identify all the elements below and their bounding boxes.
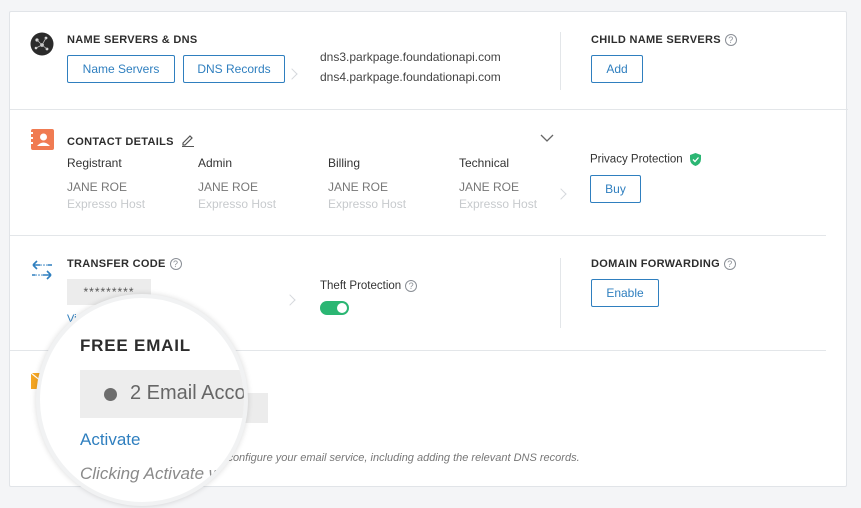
child-nameservers-title-text: CHILD NAME SERVERS bbox=[591, 34, 721, 46]
contact-name-technical: JANE ROE bbox=[459, 180, 520, 194]
contact-org-admin: Expresso Host bbox=[198, 197, 277, 211]
vertical-divider bbox=[560, 32, 561, 90]
contact-label-admin: Admin bbox=[198, 156, 233, 170]
separator-chevron bbox=[284, 294, 296, 306]
contact-name-billing: JANE ROE bbox=[328, 180, 389, 194]
privacy-protection-label: Privacy Protection bbox=[590, 153, 701, 166]
contact-card-icon bbox=[31, 129, 54, 150]
email-activate-note-magnified: Clicking Activate w bbox=[80, 464, 222, 483]
transfer-code-title: TRANSFER CODE? bbox=[67, 258, 182, 271]
activate-email-link[interactable]: Activate bbox=[80, 430, 140, 450]
add-child-nameserver-button[interactable]: Add bbox=[591, 55, 643, 83]
contact-org-registrant: Expresso Host bbox=[67, 197, 146, 211]
theft-protection-label: Theft Protection? bbox=[320, 280, 418, 293]
contact-label-billing: Billing bbox=[328, 156, 361, 170]
buy-privacy-button[interactable]: Buy bbox=[590, 175, 641, 203]
magnifier-lens: FREE EMAIL 2 Email Accounts Activate Cli… bbox=[36, 294, 248, 506]
contact-name-admin: JANE ROE bbox=[198, 180, 259, 194]
email-accounts-box: 2 Email Accounts bbox=[80, 370, 246, 418]
nameservers-section: NAME SERVERS & DNS Name Servers DNS Reco… bbox=[10, 12, 848, 109]
contact-label-registrant: Registrant bbox=[67, 156, 122, 170]
nameservers-title: NAME SERVERS & DNS bbox=[67, 34, 198, 46]
domain-forwarding-title: DOMAIN FORWARDING? bbox=[591, 258, 736, 271]
help-icon[interactable]: ? bbox=[723, 258, 736, 271]
contact-details-title: CONTACT DETAILS bbox=[67, 131, 195, 148]
separator-chevron bbox=[286, 68, 298, 80]
transfer-code-title-text: TRANSFER CODE bbox=[67, 258, 166, 270]
contact-details-title-text: CONTACT DETAILS bbox=[67, 136, 174, 148]
child-nameservers-title: CHILD NAME SERVERS? bbox=[591, 34, 737, 47]
network-globe-icon bbox=[30, 32, 54, 56]
chevron-down-icon[interactable] bbox=[540, 130, 554, 142]
help-icon[interactable]: ? bbox=[405, 280, 418, 292]
email-activate-note: lly configure your email service, includ… bbox=[214, 452, 580, 464]
contact-section: CONTACT DETAILS Registrant JANE ROE Expr… bbox=[10, 110, 848, 234]
name-servers-button[interactable]: Name Servers bbox=[67, 55, 175, 83]
contact-label-technical: Technical bbox=[459, 156, 510, 170]
privacy-protection-text: Privacy Protection bbox=[590, 153, 683, 166]
contact-name-registrant: JANE ROE bbox=[67, 180, 128, 194]
transfer-arrows-icon bbox=[30, 258, 54, 282]
contact-org-billing: Expresso Host bbox=[328, 197, 407, 211]
theft-protection-toggle[interactable] bbox=[320, 301, 349, 315]
dns-records-button[interactable]: DNS Records bbox=[183, 55, 285, 83]
enable-forwarding-button[interactable]: Enable bbox=[591, 279, 659, 307]
shield-check-icon bbox=[689, 153, 701, 166]
email-accounts-count: 2 Email Accounts bbox=[130, 382, 246, 404]
status-dot-icon bbox=[104, 388, 117, 401]
theft-protection-text: Theft Protection bbox=[320, 280, 402, 293]
help-icon[interactable]: ? bbox=[724, 34, 737, 47]
contact-org-technical: Expresso Host bbox=[459, 197, 538, 211]
free-email-title: FREE EMAIL bbox=[80, 336, 191, 355]
nameserver-2: dns4.parkpage.foundationapi.com bbox=[320, 70, 501, 84]
toggle-knob bbox=[337, 303, 347, 313]
separator-chevron bbox=[555, 188, 567, 200]
nameserver-1: dns3.parkpage.foundationapi.com bbox=[320, 50, 501, 64]
help-icon[interactable]: ? bbox=[169, 258, 182, 271]
domain-forwarding-title-text: DOMAIN FORWARDING bbox=[591, 258, 720, 270]
edit-pencil-icon[interactable] bbox=[181, 133, 195, 147]
vertical-divider bbox=[560, 258, 561, 328]
